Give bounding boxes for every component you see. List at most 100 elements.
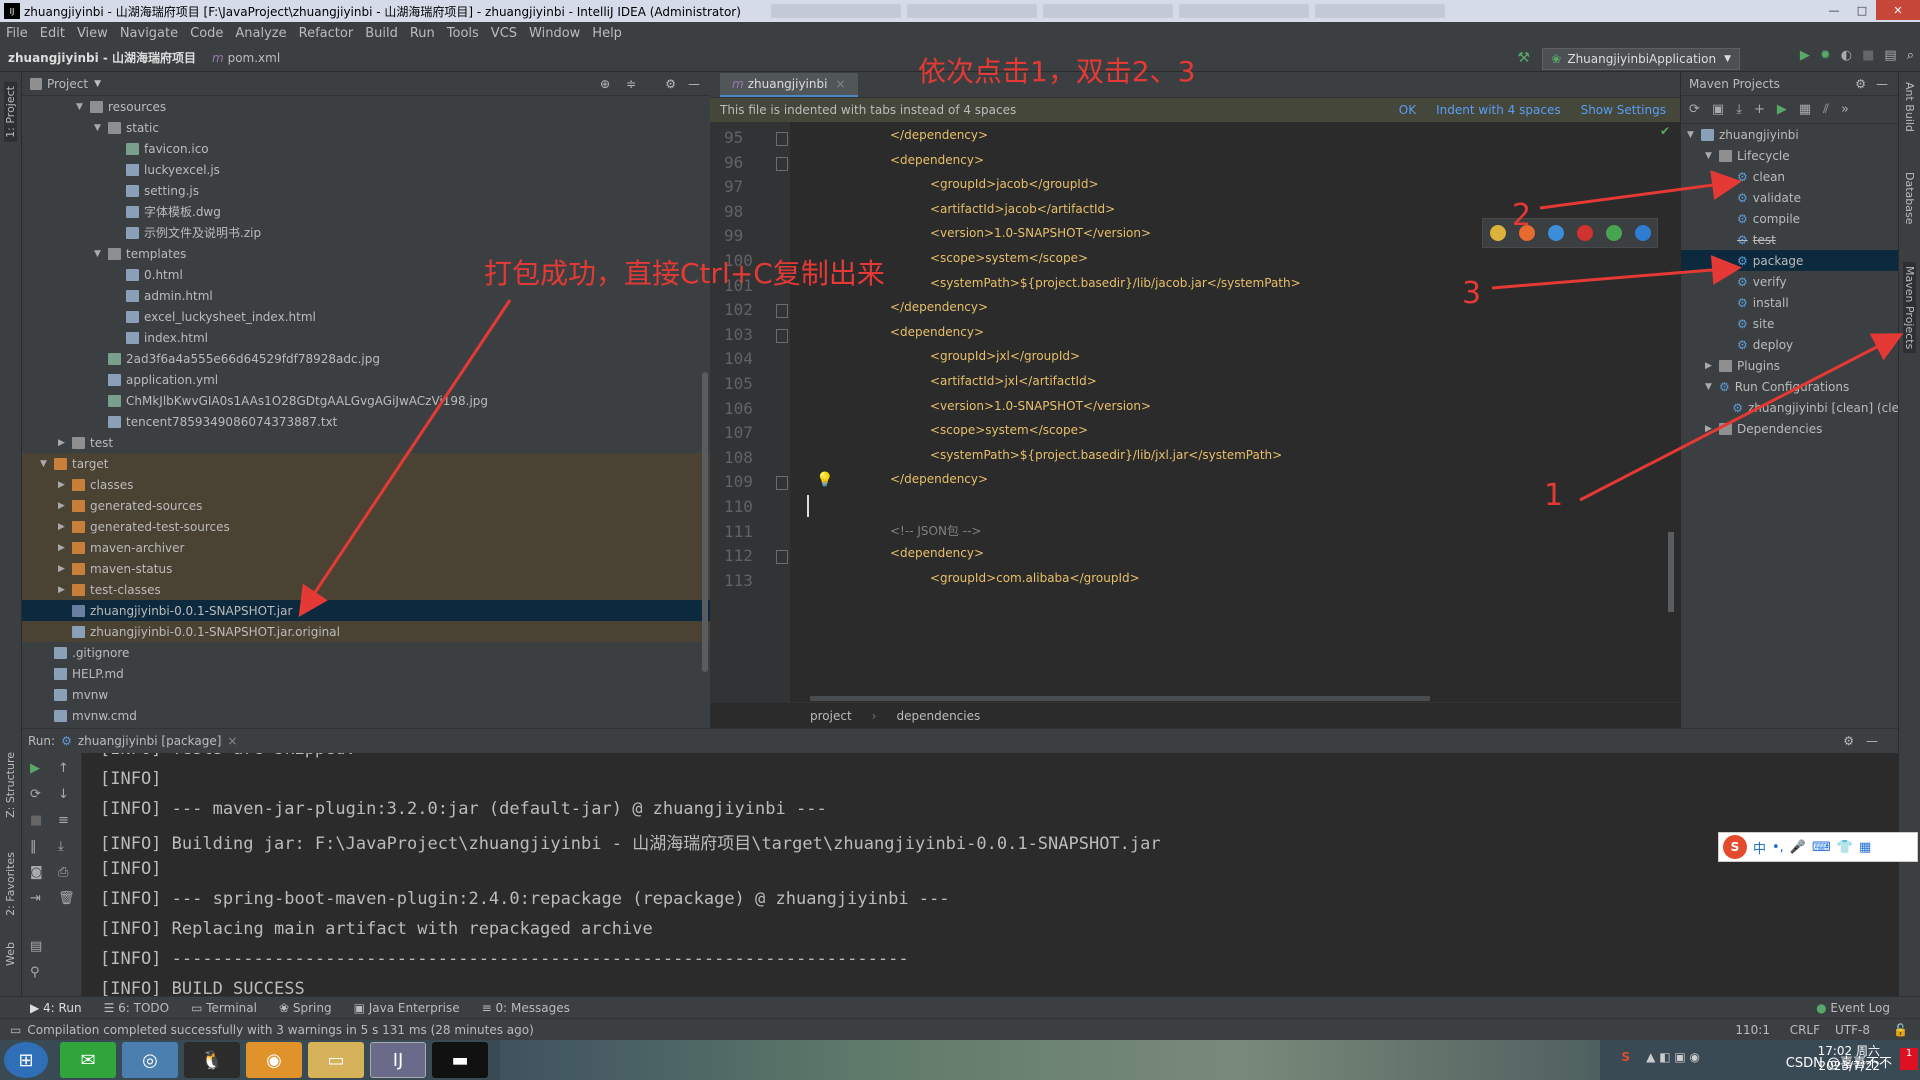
menu-code[interactable]: Code	[190, 26, 223, 41]
maven-tree-row[interactable]: ⚙ install	[1681, 292, 1898, 313]
expand-right-icon[interactable]: ▶	[58, 564, 68, 574]
menu-view[interactable]: View	[77, 26, 108, 41]
project-tree-row[interactable]: tencent7859349086074373887.txt	[22, 411, 710, 432]
expand-down-icon[interactable]: ▼	[94, 249, 104, 259]
more-icon[interactable]: »	[1841, 102, 1849, 117]
maven-projects-tab[interactable]: Maven Projects	[1903, 262, 1916, 354]
stop-icon[interactable]: ■	[1862, 48, 1874, 63]
expand-down-icon[interactable]: ▼	[1705, 382, 1715, 392]
maven-tree-row[interactable]: ▼ Lifecycle	[1681, 145, 1898, 166]
maven-tree-row[interactable]: ⚙ clean	[1681, 166, 1898, 187]
expand-right-icon[interactable]: ▶	[58, 480, 68, 490]
ime-skin-icon[interactable]: 👕	[1837, 840, 1853, 855]
soft-wrap-icon[interactable]: ≡	[58, 813, 69, 828]
tab-messages[interactable]: ≡ 0: Messages	[482, 1001, 570, 1015]
project-tree-row[interactable]: ▶ maven-archiver	[22, 537, 710, 558]
generate-sources-icon[interactable]: ▣	[1712, 102, 1724, 117]
menu-build[interactable]: Build	[365, 26, 398, 41]
favorites-tool-tab[interactable]: 2: Favorites	[4, 852, 17, 916]
project-scrollbar[interactable]	[702, 372, 708, 672]
chrome-icon[interactable]	[1489, 225, 1506, 241]
search-icon[interactable]: ⌕	[1907, 48, 1914, 63]
maven-tree-row[interactable]: ▼ zhuangjiyinbi	[1681, 124, 1898, 145]
project-tree-row[interactable]: luckyexcel.js	[22, 159, 710, 180]
fold-marker-icon[interactable]	[776, 304, 788, 319]
wechat-icon[interactable]: ✉	[60, 1042, 116, 1078]
status-window-icon[interactable]: ▭	[10, 1023, 21, 1037]
project-tree-row[interactable]: mvnw	[22, 684, 710, 705]
tab-run[interactable]: ▶ 4: Run	[30, 1001, 82, 1015]
edge-icon[interactable]	[1634, 225, 1651, 241]
close-tab-icon[interactable]: ×	[835, 77, 845, 91]
print-icon[interactable]: ⎙	[58, 865, 68, 880]
ime-punct-icon[interactable]: •,	[1772, 840, 1784, 855]
structure-tool-tab[interactable]: Z: Structure	[4, 752, 17, 818]
notice-settings-link[interactable]: Show Settings	[1581, 103, 1666, 117]
camera-icon[interactable]: ◙	[30, 865, 43, 880]
console-output[interactable]: [INFO] Tests are skipped. [INFO] [INFO] --…	[100, 753, 1880, 997]
pause-icon[interactable]: ‖	[30, 839, 37, 854]
maven-tree-row[interactable]: ⚙ verify	[1681, 271, 1898, 292]
maven-tree-row[interactable]: ▶ Dependencies	[1681, 418, 1898, 439]
close-tab-icon[interactable]: ×	[227, 734, 237, 748]
expand-right-icon[interactable]: ▶	[58, 585, 68, 595]
expand-down-icon[interactable]: ▼	[94, 123, 104, 133]
project-tree-row[interactable]: ▶ test-classes	[22, 579, 710, 600]
fold-marker-icon[interactable]	[776, 132, 788, 146]
add-icon[interactable]: +	[1754, 102, 1765, 117]
start-button[interactable]: ⊞	[4, 1042, 48, 1078]
project-structure-icon[interactable]: ▤	[1884, 48, 1896, 63]
menu-edit[interactable]: Edit	[40, 26, 65, 41]
rerun-icon[interactable]: ▶	[30, 761, 40, 776]
sogou-tray-icon[interactable]: S	[1621, 1050, 1630, 1064]
chevron-down-icon[interactable]: ▼	[94, 79, 101, 89]
hide-icon[interactable]: —	[1866, 734, 1878, 748]
project-tree-row[interactable]: ▶ classes	[22, 474, 710, 495]
hide-icon[interactable]: —	[688, 77, 700, 91]
maven-tree-row[interactable]: ⚙ site	[1681, 313, 1898, 334]
locate-icon[interactable]: ⊕	[600, 77, 610, 91]
maven-tree-row[interactable]: ⚙ test	[1681, 229, 1898, 250]
menu-run[interactable]: Run	[410, 26, 435, 41]
expand-down-icon[interactable]: ▼	[1705, 151, 1715, 161]
tab-java-enterprise[interactable]: ▣ Java Enterprise	[354, 1001, 460, 1015]
tab-terminal[interactable]: ▭ Terminal	[191, 1001, 257, 1015]
project-tree-row[interactable]: 2ad3f6a4a555e66d64529fdf78928adc.jpg	[22, 348, 710, 369]
project-tree-row[interactable]: ▶ generated-test-sources	[22, 516, 710, 537]
project-tree-row[interactable]: ▶ generated-sources	[22, 495, 710, 516]
project-tree-row[interactable]: ▼ target	[22, 453, 710, 474]
menu-analyze[interactable]: Analyze	[235, 26, 286, 41]
project-tree-row[interactable]: ▶ test	[22, 432, 710, 453]
editor-tab-pom[interactable]: m zhuangjiyinbi ×	[720, 73, 858, 97]
crumb-dependencies[interactable]: dependencies	[896, 709, 980, 723]
gear-icon[interactable]: ⚙	[665, 77, 676, 91]
project-tree-row[interactable]: ▼ static	[22, 117, 710, 138]
run-configuration-select[interactable]: ❀ ZhuangjiyinbiApplication ▼	[1542, 48, 1740, 70]
project-tree-row[interactable]: setting.js	[22, 180, 710, 201]
editor-hscrollbar[interactable]	[810, 696, 1430, 701]
project-tree-row[interactable]: HELP.md	[22, 663, 710, 684]
stop-icon[interactable]: ■	[30, 813, 42, 828]
ant-build-tab[interactable]: Ant Build	[1903, 82, 1916, 132]
run-tab-label[interactable]: zhuangjiyinbi [package]	[78, 734, 222, 748]
sogou-logo-icon[interactable]: S	[1723, 835, 1747, 859]
project-tree-row[interactable]: excel_luckysheet_index.html	[22, 306, 710, 327]
notification-icon[interactable]: 1	[1900, 1048, 1918, 1070]
notice-ok-link[interactable]: OK	[1399, 103, 1416, 117]
up-icon[interactable]: ↑	[58, 761, 69, 776]
event-log-button[interactable]: ● Event Log	[1816, 1001, 1890, 1015]
project-tree-row[interactable]: zhuangjiyinbi-0.0.1-SNAPSHOT.jar	[22, 600, 710, 621]
project-tree-row[interactable]: mvnw.cmd	[22, 705, 710, 726]
fold-marker-icon[interactable]	[776, 476, 788, 491]
expand-right-icon[interactable]: ▶	[58, 543, 68, 553]
maximize-button[interactable]: □	[1848, 0, 1876, 20]
ime-lang[interactable]: 中	[1753, 838, 1766, 857]
maven-tree-row[interactable]: ⚙ zhuangjiyinbi [clean] (cle	[1681, 397, 1898, 418]
down-icon[interactable]: ↓	[58, 787, 69, 802]
qq-icon[interactable]: 🐧	[184, 1042, 240, 1078]
project-tree-row[interactable]: ▼ resources	[22, 96, 710, 117]
menu-navigate[interactable]: Navigate	[120, 26, 178, 41]
ie-icon[interactable]	[1605, 225, 1622, 241]
project-tree-row[interactable]: 字体模板.dwg	[22, 201, 710, 222]
expand-down-icon[interactable]: ▼	[40, 459, 50, 469]
